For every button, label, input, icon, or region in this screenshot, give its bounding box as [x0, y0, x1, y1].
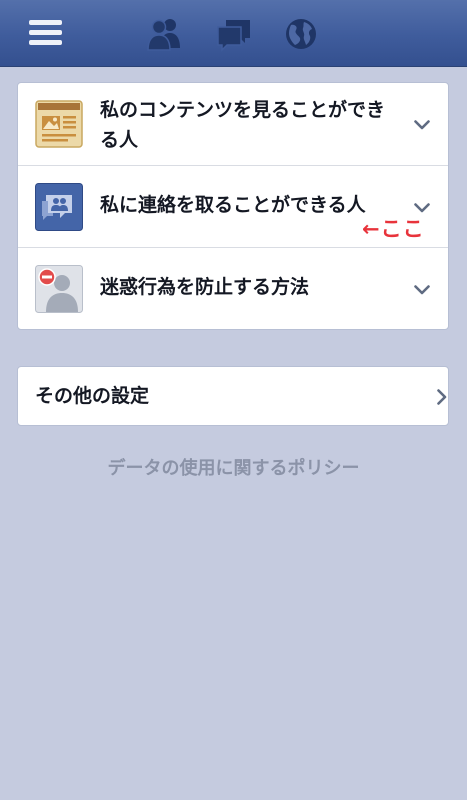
- notifications-globe-icon[interactable]: [281, 14, 321, 54]
- chevron-down-icon: [414, 285, 430, 295]
- top-navigation-bar: [0, 0, 467, 67]
- privacy-row-label: 私のコンテンツを見ることができる人: [100, 99, 386, 151]
- privacy-row-stop-bothering[interactable]: 迷惑行為を防止する方法: [18, 247, 448, 330]
- chevron-down-icon: [414, 120, 430, 130]
- privacy-row-who-can-see[interactable]: 私のコンテンツを見ることができる人: [18, 83, 448, 165]
- content-news-icon: [35, 100, 83, 148]
- privacy-row-label: 迷惑行為を防止する方法: [100, 276, 310, 298]
- privacy-shortcuts-card: 私のコンテンツを見ることができる人 私に連絡を取ることができる人 迷惑行為を防止…: [17, 82, 449, 330]
- chevron-right-icon: [437, 389, 447, 405]
- hamburger-menu-icon[interactable]: [29, 20, 62, 45]
- block-user-icon: [35, 265, 83, 313]
- other-settings-button[interactable]: その他の設定: [17, 366, 449, 426]
- privacy-row-label: 私に連絡を取ることができる人: [100, 194, 366, 216]
- annotation-arrow-text: ←ここ: [362, 217, 425, 241]
- chevron-down-icon: [414, 203, 430, 213]
- friend-requests-icon[interactable]: [145, 14, 185, 54]
- other-settings-label: その他の設定: [35, 385, 150, 407]
- data-use-policy-link[interactable]: データの使用に関するポリシー: [0, 454, 467, 480]
- messages-icon[interactable]: [214, 14, 254, 54]
- contact-chat-icon: [35, 183, 83, 231]
